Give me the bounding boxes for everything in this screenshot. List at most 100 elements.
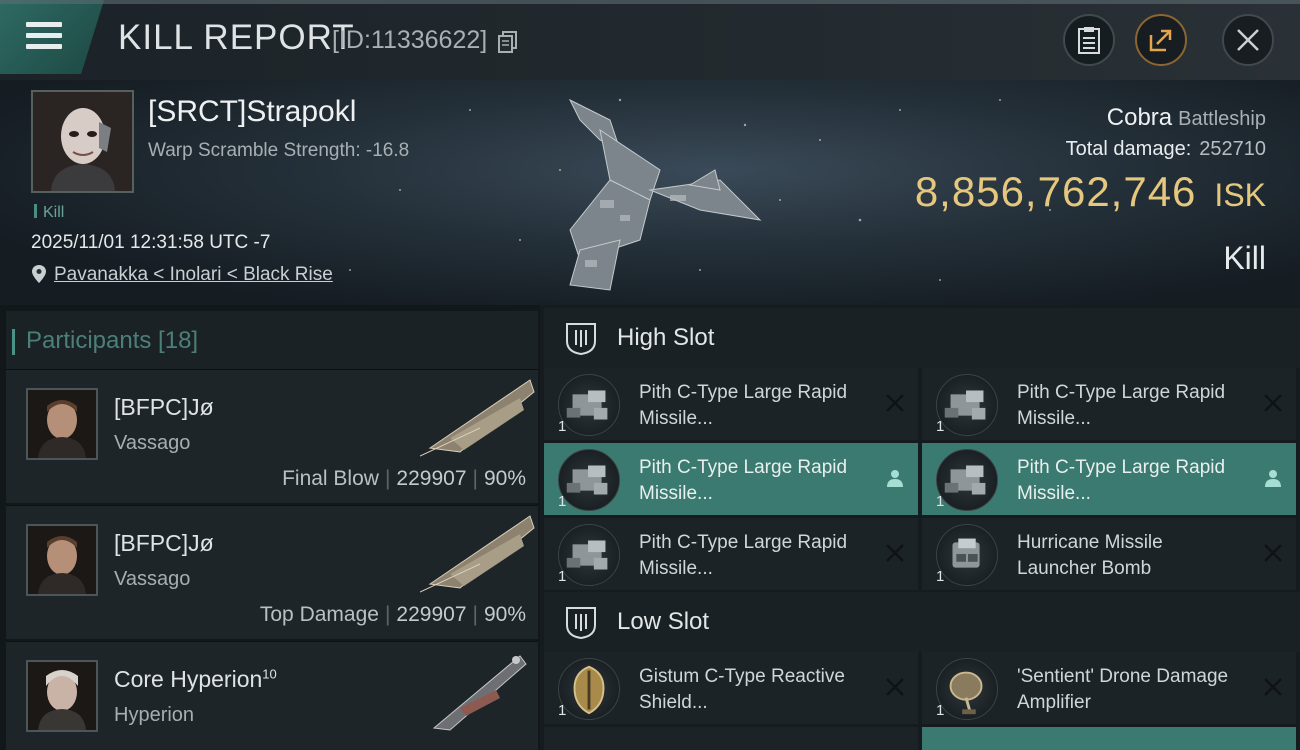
separator: | — [472, 467, 478, 490]
destroyed-x-icon — [1264, 678, 1282, 696]
ship-class: Battleship — [1178, 108, 1266, 130]
participants-title: Participants [18] — [11, 327, 199, 355]
participant-level: 10 — [262, 666, 277, 682]
missile-launcher-icon — [936, 449, 998, 511]
total-damage-label: Total damage: — [1065, 138, 1192, 160]
participants-header[interactable]: Participants [18] — [6, 311, 538, 369]
participant-percent: 90% — [483, 467, 526, 490]
destroyed-x-icon — [886, 678, 904, 696]
separator: | — [384, 467, 391, 490]
fitted-module[interactable]: 1 Pith C-Type Large Rapid Missile... — [922, 368, 1296, 440]
module-name: 'Sentient' Drone Damage Amplifier — [1017, 666, 1229, 713]
menu-button[interactable] — [0, 0, 104, 74]
fitted-module-partial[interactable] — [544, 727, 918, 750]
bomb-launcher-icon — [936, 524, 998, 586]
clipboard-button[interactable] — [1063, 14, 1115, 66]
result-label: Kill — [1223, 240, 1266, 276]
victim-name[interactable]: [SRCT]Strapokl — [148, 95, 356, 129]
fitted-module-partial[interactable] — [922, 727, 1296, 750]
high-slot-header: High Slot — [544, 308, 1300, 368]
share-button[interactable] — [1135, 14, 1187, 66]
missile-launcher-icon — [558, 524, 620, 586]
participant-name: [BFPC]Jø — [114, 530, 214, 556]
participant-name: [BFPC]Jø — [114, 394, 214, 420]
total-damage-value: 252710 — [1199, 138, 1266, 160]
participant-row[interactable]: [BFPC]Jø Vassago Top Damage | 229907 | 90% — [6, 505, 538, 639]
participants-panel: Participants [18] [BFPC]Jø Vassago Final… — [0, 305, 540, 750]
participant-name: Core Hyperion10 — [114, 666, 277, 693]
ship-name: Cobra — [1106, 104, 1173, 131]
slot-icon — [566, 607, 596, 639]
participant-ship: Hyperion — [114, 704, 195, 726]
module-quantity: 1 — [558, 568, 567, 585]
low-slot-label: Low Slot — [617, 608, 710, 635]
isk-amount: 8,856,762,746 — [914, 168, 1197, 215]
fitted-module[interactable]: 1 'Sentient' Drone Damage Amplifier — [922, 652, 1296, 724]
module-name: Pith C-Type Large Rapid Missile... — [1017, 457, 1226, 504]
participant-percent: 90% — [483, 603, 526, 626]
participant-row[interactable]: [BFPC]Jø Vassago Final Blow | 229907 | 90% — [6, 369, 538, 503]
participant-name-text: Core Hyperion — [114, 666, 263, 692]
missile-launcher-icon — [558, 449, 620, 511]
kill-datetime: 2025/11/01 12:31:58 UTC -7 — [31, 232, 271, 253]
fitted-module[interactable]: 1 Pith C-Type Large Rapid Missile... — [922, 443, 1296, 515]
location-pin-icon — [32, 265, 46, 283]
missile-launcher-icon — [936, 374, 998, 436]
fitted-module[interactable]: 1 Pith C-Type Large Rapid Missile... — [544, 518, 918, 590]
participant-ship-icon — [420, 379, 535, 457]
participant-row[interactable]: Core Hyperion10 Hyperion — [6, 641, 538, 750]
module-name: Pith C-Type Large Rapid Missile... — [639, 532, 848, 579]
isk-unit: ISK — [1214, 177, 1266, 213]
separator: | — [384, 603, 391, 626]
menu-icon — [26, 22, 62, 50]
shield-hardener-icon — [558, 658, 620, 720]
low-slot-header: Low Slot — [544, 592, 1300, 652]
fitted-module[interactable]: 1 Pith C-Type Large Rapid Missile... — [544, 443, 918, 515]
avatar — [26, 660, 98, 732]
copy-icon[interactable] — [498, 31, 518, 53]
module-quantity: 1 — [936, 493, 945, 510]
participant-damage: 229907 — [396, 603, 467, 626]
fitted-module[interactable]: 1 Pith C-Type Large Rapid Missile... — [544, 368, 918, 440]
participant-damage: 229907 — [396, 467, 467, 490]
participant-ship-icon — [420, 515, 535, 593]
kill-type-tag: Kill — [34, 204, 64, 222]
victim-portrait[interactable] — [31, 90, 134, 193]
close-button[interactable] — [1222, 14, 1274, 66]
report-id: [ID:11336622] — [332, 26, 488, 54]
fitting-panel: High Slot 1 Pith C-Type Large Rapid Miss… — [540, 305, 1300, 750]
drone-amplifier-icon — [936, 658, 998, 720]
close-icon — [1237, 29, 1259, 51]
module-quantity: 1 — [936, 418, 945, 435]
module-quantity: 1 — [558, 418, 567, 435]
destroyed-x-icon — [886, 544, 904, 562]
kill-location-link[interactable]: Pavanakka < Inolari < Black Rise — [54, 264, 333, 286]
module-name: Hurricane Missile Launcher Bomb — [1017, 532, 1163, 579]
participant-ship: Vassago — [114, 568, 191, 590]
participant-ship: Vassago — [114, 432, 191, 454]
victim-ship-render — [568, 98, 762, 291]
top-bar: KILL REPORT [ID:11336622] — [0, 0, 1300, 80]
participant-stats: Top Damage | 229907 | 90% — [260, 603, 526, 627]
fitted-module[interactable]: 1 Hurricane Missile Launcher Bomb — [922, 518, 1296, 590]
avatar — [26, 524, 98, 596]
module-quantity: 1 — [936, 702, 945, 719]
separator: | — [472, 603, 478, 626]
module-quantity: 1 — [558, 493, 567, 510]
participant-role: Final Blow — [282, 467, 379, 490]
participant-stats: Final Blow | 229907 | 90% — [282, 467, 526, 491]
victim-summary: [SRCT]Strapokl Warp Scramble Strength: -… — [0, 80, 1300, 305]
destroyed-x-icon — [886, 394, 904, 412]
module-quantity: 1 — [936, 568, 945, 585]
total-damage: Total damage: 252710 — [1066, 138, 1266, 161]
destroyed-x-icon — [1264, 544, 1282, 562]
warp-scramble-strength: Warp Scramble Strength: -16.8 — [148, 140, 410, 161]
clipboard-icon — [1078, 27, 1100, 54]
victim-ship[interactable]: Cobra Battleship — [1107, 104, 1266, 132]
dropped-person-icon — [887, 470, 903, 487]
fitted-module[interactable]: 1 Gistum C-Type Reactive Shield... — [544, 652, 918, 724]
dropped-person-icon — [1265, 470, 1281, 487]
participant-role: Top Damage — [259, 603, 379, 626]
module-name: Pith C-Type Large Rapid Missile... — [639, 382, 848, 429]
isk-value: 8,856,762,746 ISK — [915, 168, 1266, 216]
